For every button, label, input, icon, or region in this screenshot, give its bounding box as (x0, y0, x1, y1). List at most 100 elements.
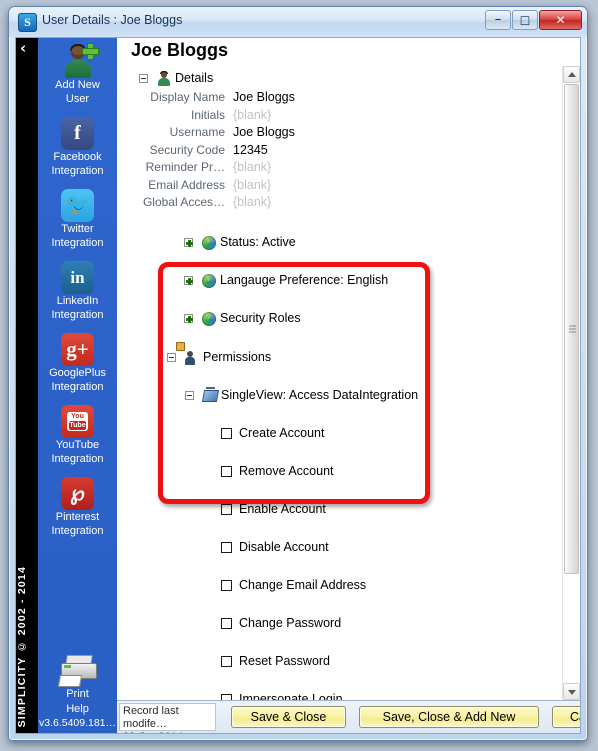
field-row: Username Joe Bloggs (117, 125, 580, 143)
field-label: Initials (190, 107, 225, 122)
save-close-add-new-button[interactable]: Save, Close & Add New (359, 706, 539, 728)
maximize-button[interactable]: □ (512, 10, 538, 30)
tree-node-label: Langauge Preference: English (220, 273, 389, 287)
permission-checkbox[interactable] (221, 466, 232, 477)
field-value[interactable]: 12345 (233, 143, 268, 157)
sidebar-label: Integration (51, 524, 104, 537)
sidebar-label: Integration (51, 164, 104, 177)
field-value[interactable]: Joe Bloggs (233, 90, 295, 104)
cancel-button[interactable]: Cancel (552, 706, 580, 728)
youtube-glyph-bottom: Tube (69, 421, 86, 430)
permission-label: Disable Account (239, 540, 329, 554)
permission-checkbox[interactable] (221, 542, 232, 553)
sidebar-item-pinterest[interactable]: ℘ Pinterest Integration (38, 473, 117, 537)
permission-row[interactable]: Change Password (117, 615, 580, 634)
add-user-icon (61, 43, 99, 78)
field-value[interactable]: Joe Bloggs (233, 125, 295, 139)
field-row: Initials {blank} (117, 108, 580, 126)
tree-node-label: Status: Active (220, 235, 296, 249)
permission-checkbox[interactable] (221, 656, 232, 667)
sidebar-item-googleplus[interactable]: g+ GooglePlus Integration (38, 329, 117, 393)
sidebar-item-print[interactable]: Print (38, 654, 117, 701)
sidebar-item-linkedin[interactable]: in LinkedIn Integration (38, 257, 117, 321)
print-label: Print (66, 687, 89, 700)
sidebar-label: GooglePlus (49, 367, 106, 379)
scroll-down-icon (567, 689, 576, 695)
googleplus-icon: g+ (61, 333, 94, 366)
back-icon[interactable]: ‹ (20, 41, 26, 56)
permission-label: Reset Password (239, 654, 331, 668)
tree-node-security-roles[interactable]: Security Roles (117, 310, 580, 329)
page-header: Joe Bloggs (117, 38, 580, 66)
sidebar-label: Integration (51, 380, 104, 393)
sphere-icon (202, 274, 216, 288)
collapse-expander[interactable] (139, 74, 148, 83)
left-rail: ‹ SIMPLICITY © 2002 - 2014 (16, 38, 38, 733)
field-label: Global Acces… (142, 195, 225, 209)
twitter-icon: 🐦 (61, 189, 94, 222)
sidebar-label: Pinterest (55, 511, 100, 523)
field-row: Global Acces… {blank} (117, 195, 580, 213)
youtube-glyph-top: You (71, 413, 84, 420)
save-and-close-button[interactable]: Save & Close (231, 706, 346, 728)
tree-node-label: Security Roles (220, 311, 301, 325)
sidebar-item-twitter[interactable]: 🐦 Twitter Integration (38, 185, 117, 249)
help-link[interactable]: Help (38, 703, 117, 716)
permission-label: Remove Account (239, 464, 334, 478)
scroll-down-button[interactable] (563, 683, 580, 700)
field-value[interactable]: {blank} (233, 160, 271, 174)
permission-row[interactable]: Create Account (117, 425, 580, 444)
permission-checkbox[interactable] (221, 428, 232, 439)
client-area: ‹ SIMPLICITY © 2002 - 2014 Add New User … (15, 37, 581, 734)
permission-checkbox[interactable] (221, 618, 232, 629)
tree-node-status[interactable]: Status: Active (117, 234, 580, 253)
tree-node-singleview[interactable]: SingleView: Access DataIntegration (117, 387, 580, 406)
window-controls: – □ ✕ (484, 10, 582, 30)
expand-expander[interactable] (184, 314, 193, 323)
sidebar-item-add-new-user[interactable]: Add New User (38, 40, 117, 105)
field-value[interactable]: {blank} (233, 108, 271, 122)
tree-node-label: Details (175, 71, 214, 85)
permission-row[interactable]: Enable Account (117, 501, 580, 520)
sidebar-label: Integration (51, 452, 104, 465)
scrollbar-thumb[interactable] (564, 84, 579, 574)
permission-label: Change Email Address (239, 578, 367, 592)
field-row: Display Name Joe Bloggs (117, 90, 580, 108)
printer-icon (57, 654, 97, 687)
sidebar-item-facebook[interactable]: f Facebook Integration (38, 113, 117, 177)
youtube-icon: You Tube (61, 405, 94, 438)
field-value[interactable]: {blank} (233, 195, 271, 209)
scroll-up-button[interactable] (563, 66, 580, 83)
permission-label: Change Password (239, 616, 342, 630)
collapse-expander[interactable] (167, 353, 176, 362)
tree-node-permissions[interactable]: Permissions (117, 342, 580, 368)
field-list: Display Name Joe Bloggs Initials {blank}… (117, 90, 580, 213)
collapse-expander[interactable] (185, 391, 194, 400)
field-label: Display Name (150, 90, 225, 104)
permission-row[interactable]: Impersonate Login (117, 691, 580, 700)
record-modified-label: Record last modife… (123, 705, 179, 730)
permission-row[interactable]: Reset Password (117, 653, 580, 672)
field-row: Reminder Pr… {blank} (117, 160, 580, 178)
pinterest-icon: ℘ (61, 477, 94, 510)
permission-row[interactable]: Disable Account (117, 539, 580, 558)
permission-checkbox[interactable] (221, 580, 232, 591)
permission-checkbox[interactable] (221, 504, 232, 515)
sidebar-label: Facebook (53, 151, 102, 163)
field-label: Security Code (149, 142, 225, 157)
permission-row[interactable]: Change Email Address (117, 577, 580, 596)
field-value[interactable]: {blank} (233, 178, 271, 192)
expand-expander[interactable] (184, 238, 193, 247)
vertical-scrollbar[interactable] (562, 66, 580, 700)
title-bar[interactable]: S User Details : Joe Bloggs – □ ✕ (9, 7, 587, 37)
sidebar-item-youtube[interactable]: You Tube YouTube Integration (38, 401, 117, 465)
tree-node-details[interactable]: Details (117, 70, 580, 89)
close-button[interactable]: ✕ (539, 10, 582, 30)
tree-node-label: Permissions (203, 350, 272, 364)
expand-expander[interactable] (184, 276, 193, 285)
tree-node-language-preference[interactable]: Langauge Preference: English (117, 272, 580, 291)
minimize-button[interactable]: – (485, 10, 511, 30)
maximize-icon: □ (519, 13, 531, 27)
sidebar-label: LinkedIn (56, 295, 99, 307)
permission-row[interactable]: Remove Account (117, 463, 580, 482)
